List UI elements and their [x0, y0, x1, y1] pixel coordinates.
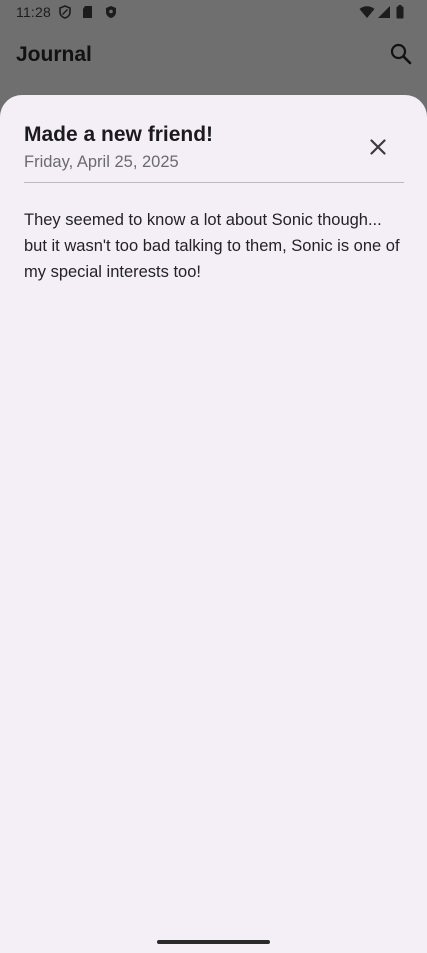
search-icon[interactable] [387, 40, 415, 68]
status-left-icons [58, 5, 118, 19]
cell-signal-icon [377, 5, 391, 19]
close-icon[interactable] [364, 133, 392, 161]
entry-bottom-sheet: Made a new friend! Friday, April 25, 202… [0, 95, 427, 953]
header-divider [24, 182, 404, 183]
app-title: Journal [16, 43, 92, 66]
sd-card-icon [81, 5, 95, 19]
status-right-icons [359, 5, 409, 19]
wifi-icon [359, 5, 375, 19]
vpn-shield-icon [58, 5, 72, 19]
entry-date: Friday, April 25, 2025 [24, 153, 179, 171]
status-bar: 11:28 [0, 0, 427, 26]
app-bar: Journal [0, 26, 427, 90]
status-time: 11:28 [16, 4, 51, 20]
battery-icon [395, 5, 409, 19]
home-indicator[interactable] [157, 940, 270, 944]
entry-body: They seemed to know a lot about Sonic th… [24, 211, 400, 281]
security-shield-icon [104, 5, 118, 19]
entry-title: Made a new friend! [24, 123, 214, 146]
